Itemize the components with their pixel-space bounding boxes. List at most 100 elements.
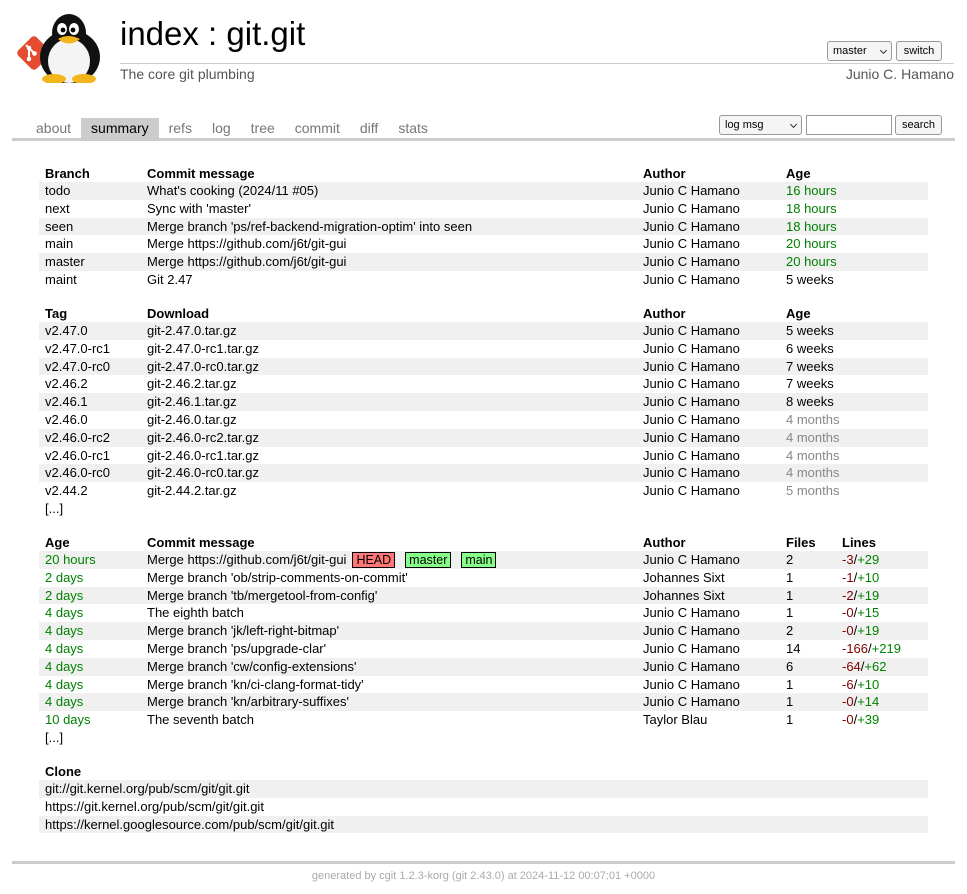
branch-select[interactable]: master (827, 41, 892, 61)
age: 4 months (786, 465, 840, 481)
commit-message-link[interactable]: Merge https://github.com/j6t/git-gui (147, 235, 346, 253)
column-header: Branch (45, 166, 90, 181)
branch-name-link[interactable]: master (45, 253, 85, 271)
tag-name-link[interactable]: v2.47.0-rc1 (45, 340, 110, 358)
commit-message-link[interactable]: Merge branch 'kn/arbitrary-suffixes' (147, 694, 349, 709)
files-count: 6 (786, 658, 794, 674)
clone-url-link[interactable]: git://git.kernel.org/pub/scm/git/git.git (45, 780, 249, 798)
download-link[interactable]: git-2.46.1.tar.gz (147, 393, 237, 411)
more-commits-link[interactable]: [...] (45, 729, 63, 747)
tab-commit[interactable]: commit (285, 118, 350, 138)
branch-name-link[interactable]: maint (45, 271, 77, 289)
search-type-select[interactable]: log msg (719, 115, 802, 135)
tab-about[interactable]: about (12, 118, 81, 138)
tag-name-link[interactable]: v2.46.0-rc1 (45, 447, 110, 465)
lines-added: +62 (864, 658, 887, 674)
age: 4 days (45, 623, 84, 639)
tab-diff[interactable]: diff (350, 118, 388, 138)
commit-message-link[interactable]: Merge branch 'cw/config-extensions' (147, 659, 356, 674)
age: 5 months (786, 483, 840, 499)
search-input[interactable] (806, 115, 892, 135)
commit-message-link[interactable]: The eighth batch (147, 605, 244, 620)
commit-message-link[interactable]: Merge branch 'ob/strip-comments-on-commi… (147, 570, 408, 585)
commit-message-link[interactable]: What's cooking (2024/11 #05) (147, 182, 318, 200)
lines-added: +39 (857, 712, 880, 728)
tag-name-link[interactable]: v2.46.1 (45, 393, 88, 411)
branch-name-link[interactable]: seen (45, 218, 73, 236)
table-row: v2.44.2 git-2.44.2.tar.gz Junio C Hamano 5 … (39, 482, 928, 500)
lines-deleted: -166 (842, 640, 869, 656)
clone-url-link[interactable]: https://kernel.googlesource.com/pub/scm/… (45, 816, 334, 834)
tabs-divider (12, 138, 955, 141)
clone-table: Clone git://git.kernel.org/pub/scm/git/g… (39, 763, 928, 834)
lines-deleted: -0 (842, 712, 854, 728)
search-button[interactable]: search (895, 115, 942, 135)
tag-name-link[interactable]: v2.46.0-rc0 (45, 464, 110, 482)
tag-name-link[interactable]: v2.44.2 (45, 482, 88, 500)
download-link[interactable]: git-2.47.0.tar.gz (147, 322, 237, 340)
age: 4 months (786, 447, 840, 463)
column-header: Clone (45, 764, 82, 779)
table-row: 4 days Merge branch 'ps/upgrade-clar' Juni… (39, 640, 928, 658)
author: Junio C Hamano (643, 623, 740, 639)
clone-url-link[interactable]: https://git.kernel.org/pub/scm/git/git.g… (45, 798, 264, 816)
download-link[interactable]: git-2.44.2.tar.gz (147, 482, 237, 500)
more-tags-link[interactable]: [...] (45, 500, 63, 518)
download-link[interactable]: git-2.46.0-rc2.tar.gz (147, 429, 259, 447)
download-link[interactable]: git-2.46.2.tar.gz (147, 375, 237, 393)
tag-name-link[interactable]: v2.46.0-rc2 (45, 429, 110, 447)
download-link[interactable]: git-2.46.0-rc1.tar.gz (147, 447, 259, 465)
tab-refs[interactable]: refs (159, 118, 202, 138)
commit-message-cell: Merge https://github.com/j6t/git-gui HEAD… (147, 551, 497, 569)
commit-message-link[interactable]: The seventh batch (147, 712, 254, 727)
commit-message-link[interactable]: Merge branch 'kn/ci-clang-format-tidy' (147, 677, 364, 692)
author: Junio C Hamano (643, 323, 740, 338)
age: 4 days (45, 694, 84, 710)
branch-decoration[interactable]: main (461, 552, 497, 568)
cgit-page: index : git.git The core git plumbing Ju… (0, 0, 967, 894)
tab-summary[interactable]: summary (81, 118, 159, 138)
lines-deleted: -6 (842, 676, 854, 692)
commit-message-link[interactable]: Merge https://github.com/j6t/git-gui (147, 552, 346, 567)
branch-name-link[interactable]: next (45, 200, 70, 218)
table-row: git://git.kernel.org/pub/scm/git/git.git (39, 780, 928, 798)
tag-name-link[interactable]: v2.47.0-rc0 (45, 358, 110, 376)
table-row: v2.46.1 git-2.46.1.tar.gz Junio C Hamano 8 … (39, 393, 928, 411)
commit-message-link[interactable]: Merge branch 'ps/ref-backend-migration-o… (147, 218, 472, 236)
commit-message-link[interactable]: Git 2.47 (147, 271, 193, 289)
download-link[interactable]: git-2.46.0.tar.gz (147, 411, 237, 429)
switch-button[interactable]: switch (896, 41, 942, 61)
commit-message-link[interactable]: Merge https://github.com/j6t/git-gui (147, 253, 346, 271)
tag-name-link[interactable]: v2.46.2 (45, 375, 88, 393)
download-link[interactable]: git-2.46.0-rc0.tar.gz (147, 464, 259, 482)
head-decoration[interactable]: HEAD (352, 552, 396, 568)
lines-changed: -0/+19 (842, 622, 879, 640)
column-header: Author (643, 306, 686, 321)
tag-name-link[interactable]: v2.46.0 (45, 411, 88, 429)
files-count: 1 (786, 587, 794, 603)
commit-message-link[interactable]: Merge branch 'tb/mergetool-from-config' (147, 588, 377, 603)
download-link[interactable]: git-2.47.0-rc1.tar.gz (147, 340, 259, 358)
branch-decoration[interactable]: master (405, 552, 452, 568)
age: 4 months (786, 429, 840, 445)
download-link[interactable]: git-2.47.0-rc0.tar.gz (147, 358, 259, 376)
tab-tree[interactable]: tree (241, 118, 285, 138)
author: Junio C Hamano (643, 394, 740, 410)
age: 4 months (786, 411, 840, 427)
lines-deleted: -2 (842, 587, 854, 603)
commit-message-link[interactable]: Merge branch 'jk/left-right-bitmap' (147, 623, 339, 638)
tab-stats[interactable]: stats (388, 118, 438, 138)
tab-log[interactable]: log (202, 118, 241, 138)
repo-title[interactable]: index : git.git (120, 12, 305, 56)
lines-deleted: -1 (842, 569, 854, 585)
lines-added: +14 (857, 694, 880, 710)
lines-deleted: -0 (842, 605, 854, 621)
branch-name-link[interactable]: todo (45, 182, 70, 200)
more-commits-link-row: [...] (39, 729, 928, 747)
column-header: Lines (842, 535, 876, 550)
tag-name-link[interactable]: v2.47.0 (45, 322, 88, 340)
commit-message-link[interactable]: Sync with 'master' (147, 200, 251, 218)
commit-message-link[interactable]: Merge branch 'ps/upgrade-clar' (147, 641, 326, 656)
branch-name-link[interactable]: main (45, 235, 73, 253)
lines-added: +29 (857, 552, 880, 567)
